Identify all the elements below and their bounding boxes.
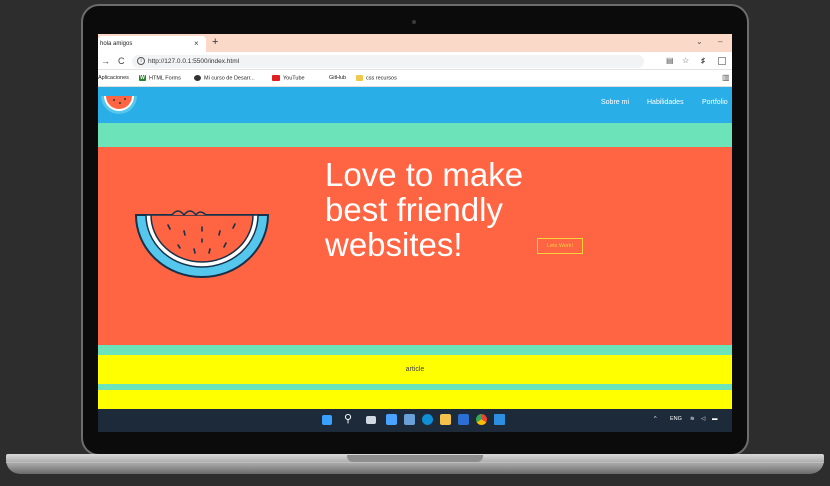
camera-icon [412, 20, 416, 24]
nav-portfolio[interactable]: Portfolio [702, 99, 728, 106]
yellow-section [98, 390, 732, 409]
mail-icon[interactable] [404, 414, 415, 425]
w-icon: W [139, 75, 146, 81]
laptop-screen: hola amigos × + ⌄ – → C i http://127.0.0… [98, 34, 732, 432]
bookmark-label: YouTube [283, 75, 305, 82]
bookmark-course[interactable]: Mi curso de Desarr... [194, 75, 255, 81]
chevron-down-icon[interactable]: ⌄ [696, 37, 703, 46]
bookmark-github[interactable]: GitHub [329, 75, 346, 81]
nav-sobre-mi[interactable]: Sobre mi [601, 99, 629, 106]
folder-icon [356, 75, 363, 81]
wifi-icon[interactable]: ≋ [690, 416, 695, 422]
hero-section: Love to make best friendly websites! Let… [98, 147, 732, 345]
volume-icon[interactable]: ◁ [701, 416, 705, 422]
vscode-icon[interactable] [494, 414, 505, 425]
browser-tab[interactable]: hola amigos × [98, 36, 206, 52]
chevron-up-icon[interactable]: ^ [654, 416, 657, 422]
search-icon[interactable]: ⚲ [344, 412, 352, 425]
site-header: Sobre mi Habilidades Portfolio [98, 87, 732, 123]
url-field[interactable]: i http://127.0.0.1:5500/index.html [132, 55, 644, 68]
forward-icon[interactable]: → [101, 56, 110, 66]
bookmark-label: css recursos [366, 75, 397, 82]
laptop-base-edge [6, 462, 824, 463]
battery-icon[interactable]: ▬ [712, 416, 718, 422]
widgets-icon[interactable] [386, 414, 397, 425]
chrome-icon[interactable] [476, 414, 487, 425]
bookmark-youtube[interactable]: YouTube [272, 75, 305, 81]
bookmarks-bar: Aplicaciones W HTML Forms Mi curso de Des… [98, 70, 732, 87]
reload-icon[interactable]: C [118, 56, 125, 66]
hero-title: Love to make best friendly websites! [325, 156, 524, 263]
bookmark-html-forms[interactable]: W HTML Forms [139, 75, 181, 81]
extension-icon[interactable]: ♯ [701, 56, 705, 65]
close-tab-icon[interactable]: × [194, 39, 199, 48]
new-tab-button[interactable]: + [212, 36, 218, 48]
green-band [98, 123, 732, 147]
language-indicator[interactable]: ENG [670, 416, 682, 422]
cyan-divider [98, 345, 732, 355]
task-view-icon[interactable] [366, 416, 376, 424]
edge-icon[interactable] [422, 414, 433, 425]
star-icon[interactable]: ☆ [682, 56, 689, 65]
bookmark-css[interactable]: css recursos [356, 75, 397, 81]
profile-icon[interactable] [718, 57, 726, 65]
tab-bar: hola amigos × + ⌄ – [98, 34, 732, 52]
url-text: http://127.0.0.1:5500/index.html [148, 58, 240, 65]
address-bar-row: → C i http://127.0.0.1:5500/index.html ▤… [98, 52, 732, 70]
stage: hola amigos × + ⌄ – → C i http://127.0.0… [0, 0, 830, 486]
reading-list-icon[interactable]: ▥ [722, 73, 730, 82]
youtube-icon [272, 75, 280, 81]
laptop-notch [347, 455, 483, 462]
bookmark-label: Mi curso de Desarr... [204, 75, 255, 82]
file-explorer-icon[interactable] [440, 414, 451, 425]
lets-work-button[interactable]: Lets Work! [537, 238, 583, 254]
reading-list-icon[interactable]: ▤ [666, 56, 674, 65]
course-icon [194, 75, 201, 81]
article-section: article [98, 355, 732, 384]
watermelon-icon [134, 210, 270, 278]
taskbar: ⚲ ^ ENG ≋ ◁ ▬ [98, 409, 732, 432]
bookmark-label: HTML Forms [149, 75, 181, 82]
minimize-button[interactable]: – [718, 37, 722, 46]
bookmark-apps[interactable]: Aplicaciones [98, 75, 129, 81]
website: Sobre mi Habilidades Portfolio Love to m… [98, 87, 732, 409]
tab-title: hola amigos [100, 41, 133, 47]
store-icon[interactable] [458, 414, 469, 425]
info-icon[interactable]: i [137, 57, 145, 65]
windows-start-icon[interactable] [322, 415, 332, 425]
nav-habilidades[interactable]: Habilidades [647, 99, 684, 106]
watermelon-logo-icon[interactable] [100, 94, 138, 116]
